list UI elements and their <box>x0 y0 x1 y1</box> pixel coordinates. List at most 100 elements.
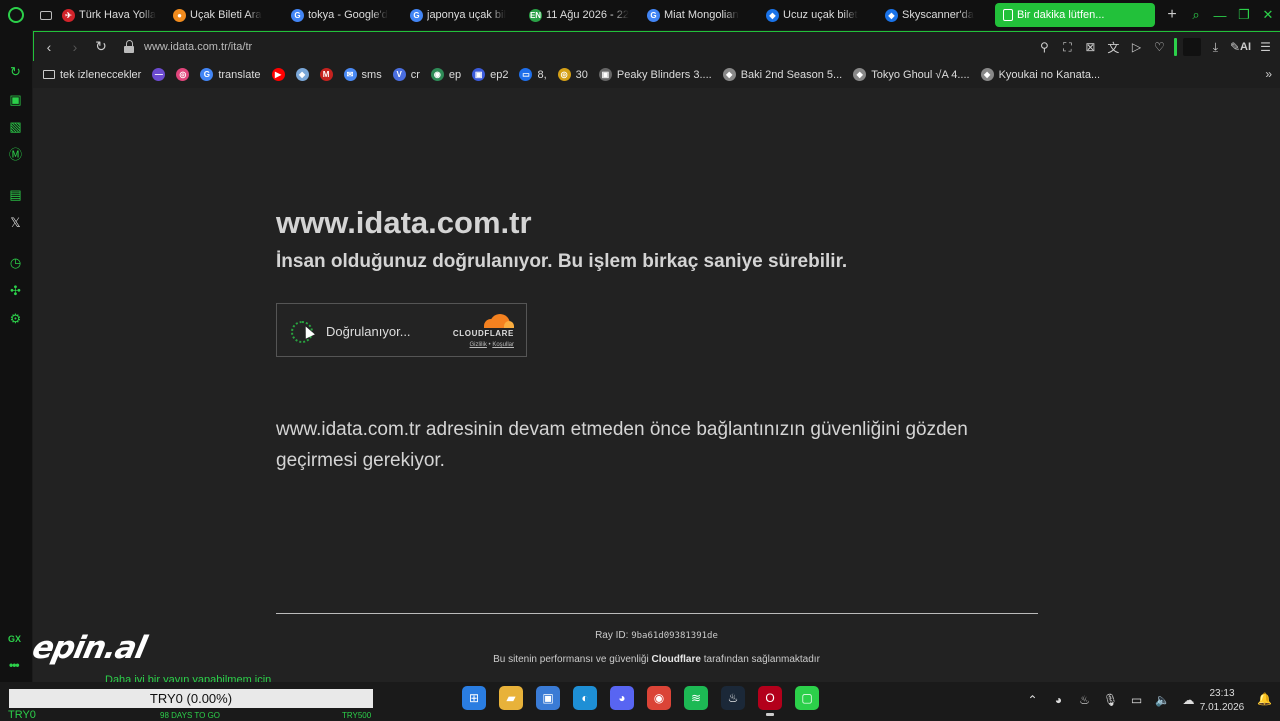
taskbar-clock[interactable]: 23:13 7.01.2026 <box>1196 687 1248 715</box>
taskbar-spotify-icon[interactable]: ≋ <box>684 686 708 710</box>
adblock-icon[interactable]: ⊠ <box>1082 39 1099 56</box>
taskbar-windows-start-icon[interactable]: ⊞ <box>462 686 486 710</box>
tray-volume-icon[interactable]: 🔈 <box>1154 691 1171 708</box>
restore-button[interactable]: ❐ <box>1232 0 1256 30</box>
tab[interactable]: ✈ Türk Hava Yolla <box>60 3 165 27</box>
heart-icon[interactable]: ♡ <box>1151 39 1168 56</box>
bookmark-item[interactable]: tek izleneccekler <box>43 69 141 81</box>
close-button[interactable]: ✕ <box>1256 0 1280 30</box>
bookmark-item[interactable]: ▭ 8, <box>519 68 547 81</box>
footer-cloudflare-link[interactable]: Cloudflare <box>652 654 701 665</box>
download-icon[interactable]: ⤓ <box>1207 39 1224 56</box>
taskbar-file-explorer-icon[interactable]: ▰ <box>499 686 523 710</box>
tab[interactable]: ◆ Skyscanner'da <box>883 3 989 27</box>
snapshot-icon[interactable]: ⛶ <box>1059 39 1076 56</box>
sidebar-extensions-icon[interactable]: ✣ <box>7 282 24 299</box>
bookmarks-overflow-icon[interactable]: » <box>1265 67 1272 81</box>
bookmark-item[interactable]: ▶ <box>271 68 285 81</box>
sidebar-gx-icon[interactable]: GX <box>8 634 21 644</box>
terms-link[interactable]: Koşullar <box>492 342 514 348</box>
taskbar-opera-gx-icon[interactable]: O <box>758 686 782 716</box>
sidebar-twitch-icon[interactable]: ▤ <box>7 186 24 203</box>
sidebar-m-icon[interactable]: Ⓜ <box>7 145 24 162</box>
reload-button[interactable]: ↻ <box>90 36 112 58</box>
footer-divider <box>276 613 1038 614</box>
tab[interactable]: Gtokya - Google'd <box>289 3 402 27</box>
sidebar-stripes-icon[interactable]: ▧ <box>7 118 24 135</box>
notification-bell-icon[interactable]: 🔔 <box>1257 692 1272 706</box>
forward-button[interactable]: › <box>64 36 86 58</box>
footer-text-after: tarafından sağlanmaktadır <box>703 654 820 665</box>
tab-favicon-icon: G <box>647 8 660 22</box>
tray-chevron-icon[interactable]: ⌃ <box>1024 691 1041 708</box>
sidebar-bag-icon[interactable]: ▣ <box>7 91 24 108</box>
sidebar-settings-icon[interactable]: ⚙ <box>7 310 24 327</box>
tray-display-icon[interactable]: ▭ <box>1128 691 1145 708</box>
tab[interactable]: EN 11 Ağu 2026 - 22 <box>527 3 639 27</box>
bookmark-label: ep2 <box>490 68 509 81</box>
search-tabs-icon[interactable]: ⌕ <box>1184 0 1208 30</box>
tab-overview-icon[interactable] <box>32 0 60 30</box>
bookmark-favicon-icon: G <box>200 68 214 81</box>
taskbar-edge-icon[interactable]: ◐ <box>573 686 597 710</box>
tab[interactable]: G Miat Mongolian <box>645 3 758 27</box>
window-controls: ⌕ — ❐ ✕ <box>1184 0 1280 30</box>
taskbar-steam-icon[interactable]: ♨ <box>721 686 745 710</box>
url-field[interactable]: www.idata.com.tr/ita/tr <box>144 41 252 53</box>
tab-title: Miat Mongolian <box>664 9 739 21</box>
bookmark-item[interactable]: ◆ Kyoukai no Kanata... <box>980 68 1100 81</box>
tab[interactable]: Gjaponya uçak bil <box>408 3 521 27</box>
translate-icon[interactable]: 文 <box>1105 39 1122 56</box>
bookmark-item[interactable]: ◎ 30 <box>557 68 588 81</box>
bookmark-favicon-icon: ◎ <box>557 68 571 81</box>
sidebar-x-icon[interactable]: 𝕏 <box>7 214 24 231</box>
tab[interactable]: ● Uçak Bileti Ara <box>171 3 283 27</box>
opera-gx-logo-icon[interactable] <box>0 0 32 30</box>
taskbar-microsoft-store-icon[interactable]: ▣ <box>536 686 560 710</box>
tray-steam-icon[interactable]: ♨ <box>1076 691 1093 708</box>
bookmark-item[interactable]: Vcr <box>392 68 420 81</box>
tab-active[interactable]: Bir dakika lütfen... <box>995 3 1155 27</box>
taskbar-green-app-icon[interactable]: ▢ <box>795 686 819 710</box>
tray-mic-icon[interactable]: 🎙 <box>1102 691 1119 708</box>
toolbar-right: ⚲ ⛶ ⊠ 文 ▷ ♡ ⤓ ✎ AI ☰ <box>1036 32 1274 62</box>
bookmark-item[interactable]: ◎ <box>176 68 190 81</box>
cloudflare-verification-widget[interactable]: Doğrulanıyor... CLOUDFLARE Gizlilik • Ko… <box>276 303 527 357</box>
bookmark-favicon-icon: V <box>392 68 406 81</box>
footer-text-before: Bu sitenin performansı ve güvenliği <box>493 654 649 665</box>
taskbar-apps: ⊞ ▰ ▣ ◐ ◕ ◉ ≋ ♨ O ▢ <box>462 686 819 716</box>
bookmark-item[interactable]: — <box>152 68 166 81</box>
bookmark-item[interactable]: ✉ sms <box>343 68 382 81</box>
menu-icon[interactable]: ☰ <box>1257 39 1274 56</box>
ai-icon[interactable]: ✎ AI <box>1230 39 1251 56</box>
sidebar-history-icon[interactable]: ◷ <box>7 254 24 271</box>
bookmark-item[interactable]: ◆ Tokyo Ghoul √A 4.... <box>853 68 970 81</box>
bookmark-item[interactable]: ▣ Peaky Blinders 3.... <box>598 68 712 81</box>
link-separator: • <box>488 342 491 348</box>
pin-icon[interactable]: ⚲ <box>1036 39 1053 56</box>
tray-discord-icon[interactable]: ◕ <box>1050 691 1067 708</box>
send-icon[interactable]: ▷ <box>1128 39 1145 56</box>
taskbar-chrome-icon[interactable]: ◉ <box>647 686 671 710</box>
tab[interactable]: ◆ Ucuz uçak bilet <box>764 3 877 27</box>
minimize-button[interactable]: — <box>1208 0 1232 30</box>
bookmark-item[interactable]: ▣ ep2 <box>472 68 508 81</box>
profile-avatar[interactable] <box>1182 38 1201 56</box>
bookmark-item[interactable]: M <box>319 68 333 81</box>
back-button[interactable]: ‹ <box>38 36 60 58</box>
tab-favicon-icon: ◆ <box>766 8 779 22</box>
bookmark-item[interactable]: ◆ Baki 2nd Season 5... <box>722 68 842 81</box>
sidebar-more-icon[interactable]: ••• <box>9 658 20 672</box>
lock-icon[interactable] <box>122 39 136 54</box>
folder-icon <box>43 70 55 79</box>
sidebar-refresh-icon[interactable]: ↻ <box>7 63 24 80</box>
tray-network-icon[interactable]: ☁ <box>1180 691 1197 708</box>
bookmark-favicon-icon: ✉ <box>343 68 357 81</box>
new-tab-button[interactable]: + <box>1161 4 1183 26</box>
taskbar-discord-icon[interactable]: ◕ <box>610 686 634 710</box>
bookmark-label: 30 <box>575 68 588 81</box>
bookmark-item[interactable]: Gtranslate <box>200 68 261 81</box>
bookmark-item[interactable]: ◆ <box>295 68 309 81</box>
bookmark-item[interactable]: ◉ ep <box>430 68 461 81</box>
privacy-link[interactable]: Gizlilik <box>470 342 487 348</box>
